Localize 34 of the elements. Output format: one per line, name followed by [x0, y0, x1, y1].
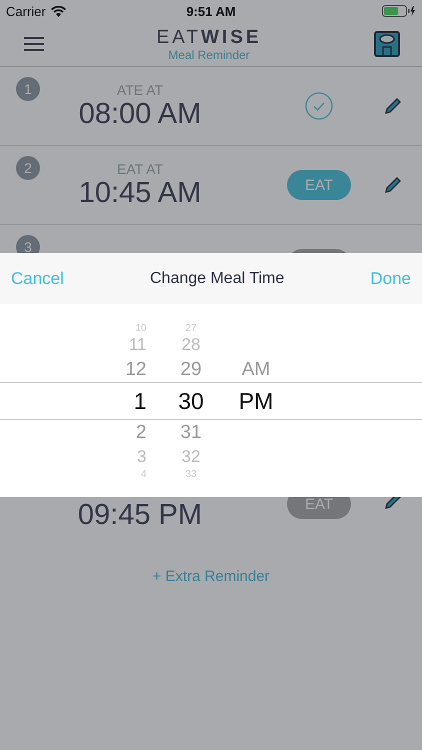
- extra-reminder-link[interactable]: + Extra Reminder: [152, 568, 270, 585]
- picker-option[interactable]: 1: [134, 383, 146, 419]
- battery-icon: [382, 5, 416, 17]
- status-time: 9:51 AM: [186, 4, 236, 18]
- picker-option[interactable]: 3: [137, 446, 146, 468]
- picker-option[interactable]: 31: [180, 419, 202, 446]
- picker-option[interactable]: 30: [178, 383, 204, 419]
- meal-time: 09:45 PM: [78, 498, 202, 532]
- picker-option[interactable]: 29: [180, 356, 202, 383]
- menu-icon[interactable]: [24, 37, 44, 51]
- check-circle-icon: [305, 92, 333, 120]
- picker-option[interactable]: 11: [128, 334, 146, 356]
- pencil-icon[interactable]: [384, 176, 402, 194]
- sheet-title: Change Meal Time: [150, 270, 284, 288]
- meal-time: 08:00 AM: [78, 98, 202, 130]
- picker-option[interactable]: 32: [182, 446, 200, 468]
- meal-label: ATE AT: [116, 82, 164, 98]
- pencil-icon[interactable]: [384, 97, 402, 115]
- meal-number: 2: [16, 156, 40, 180]
- picker-option[interactable]: 12: [125, 356, 146, 383]
- meal-number: 1: [16, 77, 40, 101]
- wifi-icon: [50, 6, 66, 16]
- carrier-label: Carrier: [6, 4, 46, 18]
- meal-time: 10:45 AM: [78, 176, 202, 210]
- picker-option[interactable]: AM: [242, 356, 270, 383]
- picker-option[interactable]: 2: [136, 419, 146, 446]
- done-button[interactable]: Done: [370, 268, 411, 288]
- screen-subtitle: Meal Reminder: [168, 48, 250, 62]
- picker-option[interactable]: PM: [238, 383, 274, 419]
- meal-label: EAT AT: [117, 160, 163, 176]
- cancel-button[interactable]: Cancel: [11, 268, 64, 288]
- eat-button[interactable]: EAT: [287, 170, 351, 200]
- picker-option[interactable]: 28: [182, 334, 200, 356]
- app-logo-title: EATWISE: [156, 26, 262, 48]
